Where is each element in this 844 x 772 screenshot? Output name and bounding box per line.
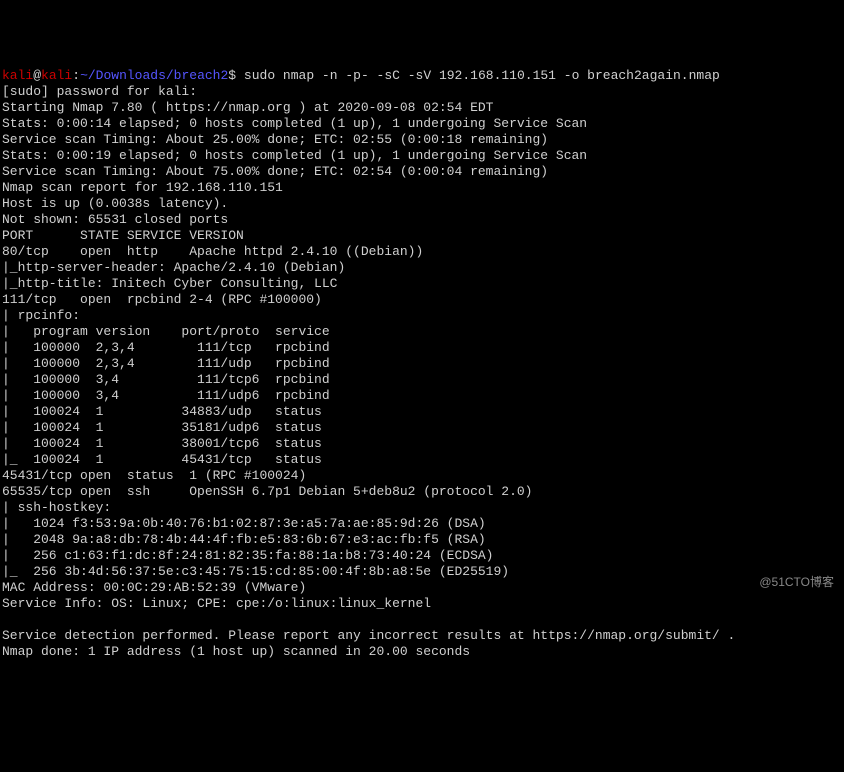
- output-line: | program version port/proto service: [2, 324, 330, 339]
- output-line: | 100000 2,3,4 111/udp rpcbind: [2, 356, 330, 371]
- output-line: | 100024 1 38001/tcp6 status: [2, 436, 322, 451]
- prompt-sign: $: [228, 68, 236, 83]
- output-line: | 100024 1 35181/udp6 status: [2, 420, 322, 435]
- prompt-user: kali: [2, 68, 33, 83]
- output-line: Service scan Timing: About 75.00% done; …: [2, 164, 548, 179]
- output-line: 65535/tcp open ssh OpenSSH 6.7p1 Debian …: [2, 484, 533, 499]
- output-line: [sudo] password for kali:: [2, 84, 197, 99]
- output-line: Nmap scan report for 192.168.110.151: [2, 180, 283, 195]
- output-line: Service scan Timing: About 25.00% done; …: [2, 132, 548, 147]
- prompt-colon: :: [72, 68, 80, 83]
- prompt-line: kali@kali:~/Downloads/breach2$ sudo nmap…: [2, 68, 720, 83]
- command-text: sudo nmap -n -p- -sC -sV 192.168.110.151…: [244, 68, 720, 83]
- output-line: 45431/tcp open status 1 (RPC #100024): [2, 468, 306, 483]
- output-line: Stats: 0:00:14 elapsed; 0 hosts complete…: [2, 116, 587, 131]
- output-line: | 2048 9a:a8:db:78:4b:44:4f:fb:e5:83:6b:…: [2, 532, 486, 547]
- output-line: |_http-title: Initech Cyber Consulting, …: [2, 276, 337, 291]
- output-line: | 100000 2,3,4 111/tcp rpcbind: [2, 340, 330, 355]
- output-line: Nmap done: 1 IP address (1 host up) scan…: [2, 644, 470, 659]
- output-line: | ssh-hostkey:: [2, 500, 119, 515]
- prompt-path: ~/Downloads/breach2: [80, 68, 228, 83]
- watermark: @51CTO博客: [759, 574, 834, 590]
- prompt-host: kali: [41, 68, 72, 83]
- output-line: | 100000 3,4 111/udp6 rpcbind: [2, 388, 330, 403]
- output-line: Stats: 0:00:19 elapsed; 0 hosts complete…: [2, 148, 587, 163]
- output-line: MAC Address: 00:0C:29:AB:52:39 (VMware): [2, 580, 306, 595]
- output-line: PORT STATE SERVICE VERSION: [2, 228, 244, 243]
- output-line: Service Info: OS: Linux; CPE: cpe:/o:lin…: [2, 596, 431, 611]
- output-line: Starting Nmap 7.80 ( https://nmap.org ) …: [2, 100, 493, 115]
- output-line: Not shown: 65531 closed ports: [2, 212, 228, 227]
- output-line: | rpcinfo:: [2, 308, 88, 323]
- output-line: Service detection performed. Please repo…: [2, 628, 735, 643]
- output-line: Host is up (0.0038s latency).: [2, 196, 228, 211]
- output-line: | 100000 3,4 111/tcp6 rpcbind: [2, 372, 330, 387]
- output-line: | 100024 1 34883/udp status: [2, 404, 322, 419]
- output-line: |_ 100024 1 45431/tcp status: [2, 452, 322, 467]
- output-line: 80/tcp open http Apache httpd 2.4.10 ((D…: [2, 244, 423, 259]
- output-line: |_ 256 3b:4d:56:37:5e:c3:45:75:15:cd:85:…: [2, 564, 509, 579]
- output-line: | 256 c1:63:f1:dc:8f:24:81:82:35:fa:88:1…: [2, 548, 493, 563]
- output-line: 111/tcp open rpcbind 2-4 (RPC #100000): [2, 292, 322, 307]
- output-line: | 1024 f3:53:9a:0b:40:76:b1:02:87:3e:a5:…: [2, 516, 486, 531]
- prompt-at: @: [33, 68, 41, 83]
- terminal[interactable]: kali@kali:~/Downloads/breach2$ sudo nmap…: [2, 68, 842, 660]
- output-line: |_http-server-header: Apache/2.4.10 (Deb…: [2, 260, 345, 275]
